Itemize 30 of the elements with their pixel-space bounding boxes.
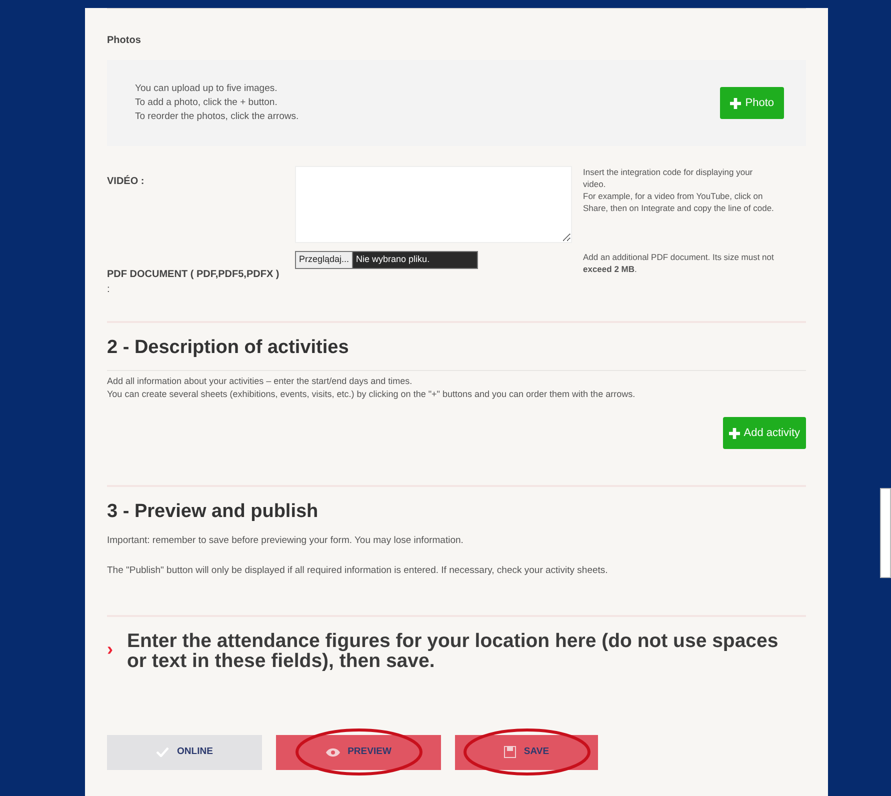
help-text: Add all information about your activities – enter the start/end days and times.	[107, 374, 414, 388]
instruction-text: Enter the attendance figures for your location here (do not use spaces or text in these fields), then save.	[127, 630, 780, 671]
section-heading: 2 - Description of activities	[107, 337, 350, 360]
browse-button[interactable]: Przeglądaj...	[296, 252, 354, 268]
help-text: You can create several sheets (exhibitions, events, visits, etc.) by clicking on the "+" buttons and you can order them with the arrows.	[107, 388, 636, 401]
file-input[interactable]: Przeglądaj... Nie wybrano pliku.	[295, 251, 478, 268]
section-heading: 3 - Preview and publish	[107, 501, 320, 524]
video-code-field[interactable]	[295, 166, 572, 243]
help-text: To reorder the photos, click the arrows.	[135, 110, 299, 124]
check-icon	[156, 747, 170, 758]
eye-icon	[326, 748, 340, 757]
help-text: Important: remember to save before previewing your form. You may lose information.	[107, 534, 464, 548]
floppy-icon	[504, 746, 516, 758]
section-label: Photos	[107, 34, 142, 48]
help-text: Insert the integration code for displaying your video. For example, for a video from YouTube, click on Share, then on Integrate and copy the line of code.	[583, 166, 775, 215]
help-text: The "Publish" button will only be displayed if all required information is entered. If necessary, check your activity sheets.	[107, 564, 609, 578]
field-label: VIDÉO :	[107, 174, 146, 189]
field-label: PDF DOCUMENT ( PDF,PDF5,PDFX )	[107, 268, 280, 282]
save-button[interactable]: SAVE	[455, 734, 598, 770]
plus-icon	[728, 428, 740, 439]
preview-button[interactable]: PREVIEW	[276, 734, 441, 770]
help-text: You can upload up to five images.	[135, 82, 278, 96]
chevron-icon: ›	[107, 630, 113, 671]
add-activity-button[interactable]: Add activity	[722, 416, 806, 450]
plus-icon	[730, 98, 742, 108]
help-text: To add a photo, click the + button.	[135, 96, 278, 110]
help-text: Add an additional PDF document. Its size must not exceed 2 MB.	[583, 251, 775, 276]
add-photo-button[interactable]: Photo	[720, 86, 784, 120]
online-button[interactable]: ONLINE	[107, 734, 262, 770]
field-label: :	[107, 283, 111, 297]
